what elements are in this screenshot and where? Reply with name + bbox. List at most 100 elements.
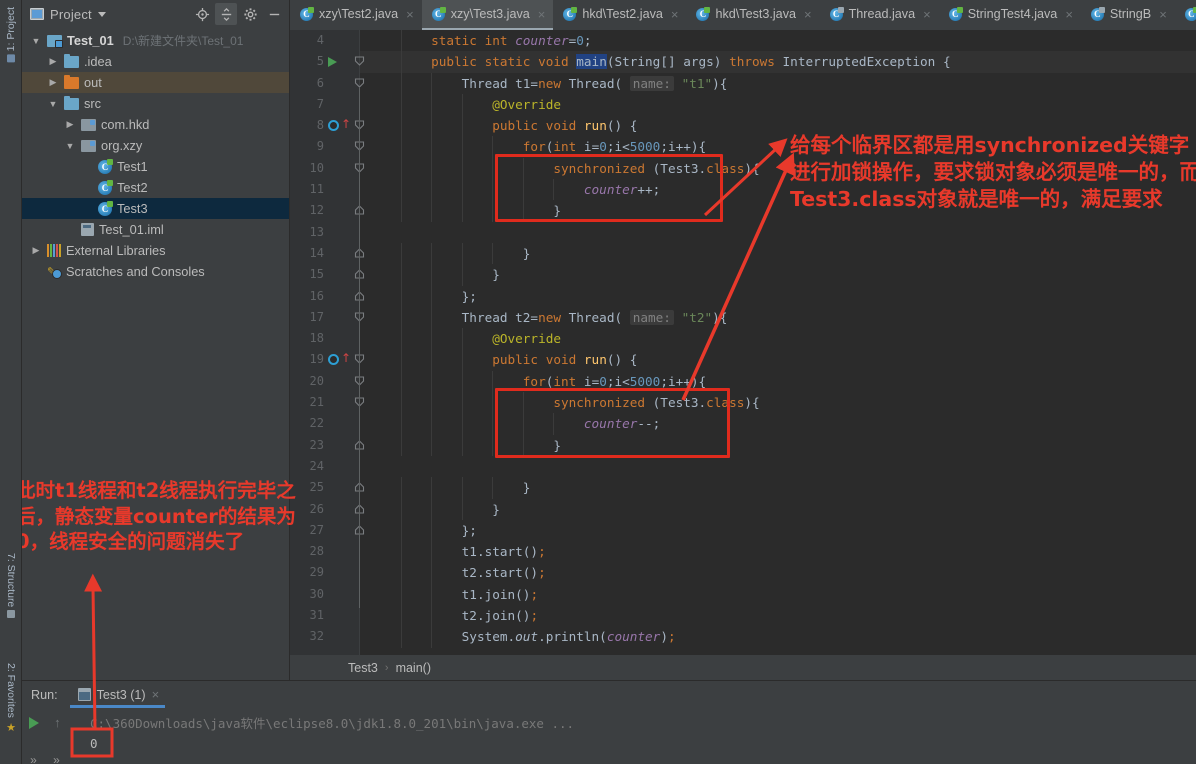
code-line-7[interactable]: 7 @Override <box>290 93 1196 116</box>
close-icon[interactable]: × <box>406 7 414 22</box>
breadcrumb-item-class[interactable]: Test3 <box>348 661 378 675</box>
code-line-21[interactable]: 21 synchronized (Test3.class){ <box>290 392 1196 414</box>
fold-open-icon[interactable] <box>354 55 365 67</box>
code-line-22[interactable]: 22 counter--; <box>290 413 1196 435</box>
tree-item-scratches-and-consoles[interactable]: ✎ Scratches and Consoles <box>22 261 289 282</box>
scroll-up-icon[interactable]: ↑ <box>54 716 61 729</box>
line-number: 15 <box>309 267 324 282</box>
tree-item-test-01[interactable]: ▼ Test_01 D:\新建文件夹\Test_01 <box>22 30 289 51</box>
chevron-down-icon[interactable] <box>97 11 106 17</box>
code-token: InterruptedException { <box>782 54 951 70</box>
breadcrumb[interactable]: Test3 › main() <box>290 655 1196 680</box>
breadcrumb-item-method[interactable]: main() <box>396 661 431 675</box>
expand-right-icon[interactable]: » <box>53 753 60 764</box>
tree-item-test2[interactable]: C Test2 <box>22 177 289 198</box>
tree-item-test3[interactable]: C Test3 <box>22 198 289 219</box>
expand-left-icon[interactable]: » <box>30 753 37 764</box>
tree-item--idea[interactable]: ▶ .idea <box>22 51 289 72</box>
project-tree[interactable]: ▼ Test_01 D:\新建文件夹\Test_01 ▶ .idea ▶ out ▼ src ▶ c… <box>22 28 289 282</box>
close-icon[interactable]: × <box>671 7 679 22</box>
tab-xzy-test2-java[interactable]: Cxzy\Test2.java × <box>290 0 422 30</box>
line-number: 21 <box>309 395 324 410</box>
tree-item-test1[interactable]: C Test1 <box>22 156 289 177</box>
close-icon[interactable]: × <box>1159 7 1167 22</box>
close-icon[interactable]: × <box>152 687 160 702</box>
close-icon[interactable]: × <box>1065 7 1073 22</box>
tab-thread-java[interactable]: C Thread.java × <box>820 0 939 30</box>
tree-item-label: src <box>84 96 102 111</box>
code-line-18[interactable]: 18 @Override <box>290 328 1196 350</box>
code-line-27[interactable]: 27}; <box>290 519 1196 542</box>
code-token: throws <box>729 54 783 70</box>
tree-item-src[interactable]: ▼ src <box>22 93 289 114</box>
gear-icon[interactable] <box>239 3 261 25</box>
collapse-all-icon[interactable] <box>215 3 237 25</box>
code-token: } <box>492 501 500 517</box>
tree-expand-arrow[interactable]: ▼ <box>30 36 42 46</box>
tab-stringtest4-java[interactable]: C StringTest4.java × <box>939 0 1081 30</box>
tree-item-org-xzy[interactable]: ▼ org.xzy <box>22 135 289 156</box>
java-class-icon: C <box>696 6 711 21</box>
code-line-26[interactable]: 26} <box>290 498 1196 520</box>
code-line-31[interactable]: 31 t2.join(); <box>290 605 1196 627</box>
tab-hkd-test2-java[interactable]: Chkd\Test2.java × <box>553 0 686 30</box>
code-token: static <box>484 54 539 70</box>
tab-label: hkd\Test3.java <box>715 7 796 21</box>
tab-xzy-test3-java[interactable]: Cxzy\Test3.java × <box>421 0 554 30</box>
fold-open-icon[interactable] <box>354 77 365 89</box>
sidebar-item-favorites[interactable]: 2: Favorites ★ <box>0 660 22 737</box>
code-line-28[interactable]: 28 t1.start(); <box>290 541 1196 563</box>
code-token: join <box>484 586 516 602</box>
rerun-icon[interactable] <box>29 716 40 729</box>
tree-item-com-hkd[interactable]: ▶ com.hkd <box>22 114 289 135</box>
close-icon[interactable]: × <box>804 7 812 22</box>
code-line-4[interactable]: 4 static int counter=0; <box>290 30 1196 52</box>
code-editor[interactable]: 4 static int counter=0; 5 public static voi… <box>290 30 1196 655</box>
tree-expand-arrow[interactable]: ▶ <box>47 77 59 88</box>
code-token: ; <box>660 373 668 389</box>
tab-stringb[interactable]: C StringB × <box>1081 0 1175 30</box>
tree-expand-arrow[interactable]: ▼ <box>64 141 76 151</box>
code-line-20[interactable]: 20 for(int i=0;i<5000;i++){ <box>290 370 1196 393</box>
locate-icon[interactable] <box>191 3 213 25</box>
override-marker-icon[interactable] <box>328 354 339 366</box>
editor-tab-bar[interactable]: Cxzy\Test2.java × Cxzy\Test3.java × Chkd\Tes… <box>290 0 1196 30</box>
code-token: }; <box>461 288 477 304</box>
sidebar-item-project[interactable]: 1: Project <box>0 4 22 65</box>
tree-item-external-libraries[interactable]: ▶ External Libraries <box>22 240 289 261</box>
tree-expand-arrow[interactable]: ▼ <box>47 99 59 109</box>
code-line-13[interactable]: 13 <box>290 222 1196 243</box>
code-line-30[interactable]: 30 t1.join(); <box>290 583 1196 606</box>
run-gutter-icon[interactable] <box>328 57 337 68</box>
code-content[interactable]: 4 static int counter=0; 5 public static voi… <box>290 30 1196 655</box>
code-line-16[interactable]: 16}; <box>290 285 1196 307</box>
code-line-29[interactable]: 29 t2.start(); <box>290 562 1196 584</box>
code-line-19[interactable]: 19 ↑ public void run() { <box>290 349 1196 371</box>
tab-hkd-test3-java[interactable]: Chkd\Test3.java × <box>686 0 819 30</box>
project-panel-toolbar <box>191 3 285 25</box>
sidebar-item-structure[interactable]: 7: Structure <box>0 550 22 621</box>
close-icon[interactable]: × <box>923 7 931 22</box>
code-token: counter <box>606 629 661 645</box>
code-line-6[interactable]: 6 Thread t1=new Thread( name: "t1"){ <box>290 72 1196 94</box>
tree-item-test-01-iml[interactable]: Test_01.iml <box>22 219 289 240</box>
code-line-25[interactable]: 25} <box>290 477 1196 499</box>
code-line-5[interactable]: 5 public static void main(String[] args) … <box>290 51 1196 73</box>
minimize-icon[interactable] <box>263 3 285 25</box>
override-marker-icon[interactable] <box>328 120 339 132</box>
tree-expand-arrow[interactable]: ▶ <box>47 56 59 67</box>
code-token: "t2" <box>681 309 713 325</box>
close-icon[interactable]: × <box>538 7 546 22</box>
tree-item-out[interactable]: ▶ out <box>22 72 289 93</box>
code-line-14[interactable]: 14} <box>290 242 1196 265</box>
code-line-24[interactable]: 24 <box>290 456 1196 477</box>
run-tab-test3[interactable]: Test3 (1) × <box>69 681 166 708</box>
code-line-23[interactable]: 23} <box>290 434 1196 456</box>
code-line-17[interactable]: 17 Thread t2=new Thread( name: "t2"){ <box>290 306 1196 329</box>
code-line-15[interactable]: 15} <box>290 264 1196 286</box>
console-output[interactable]: C:\360Downloads\java软件\eclipse8.0\jdk1.8… <box>68 708 1196 764</box>
tree-expand-arrow[interactable]: ▶ <box>64 119 76 130</box>
tree-expand-arrow[interactable]: ▶ <box>30 245 42 256</box>
code-line-32[interactable]: 32 System.out.println(counter); <box>290 626 1196 648</box>
tab-close[interactable]: Cclose× <box>1175 0 1196 30</box>
